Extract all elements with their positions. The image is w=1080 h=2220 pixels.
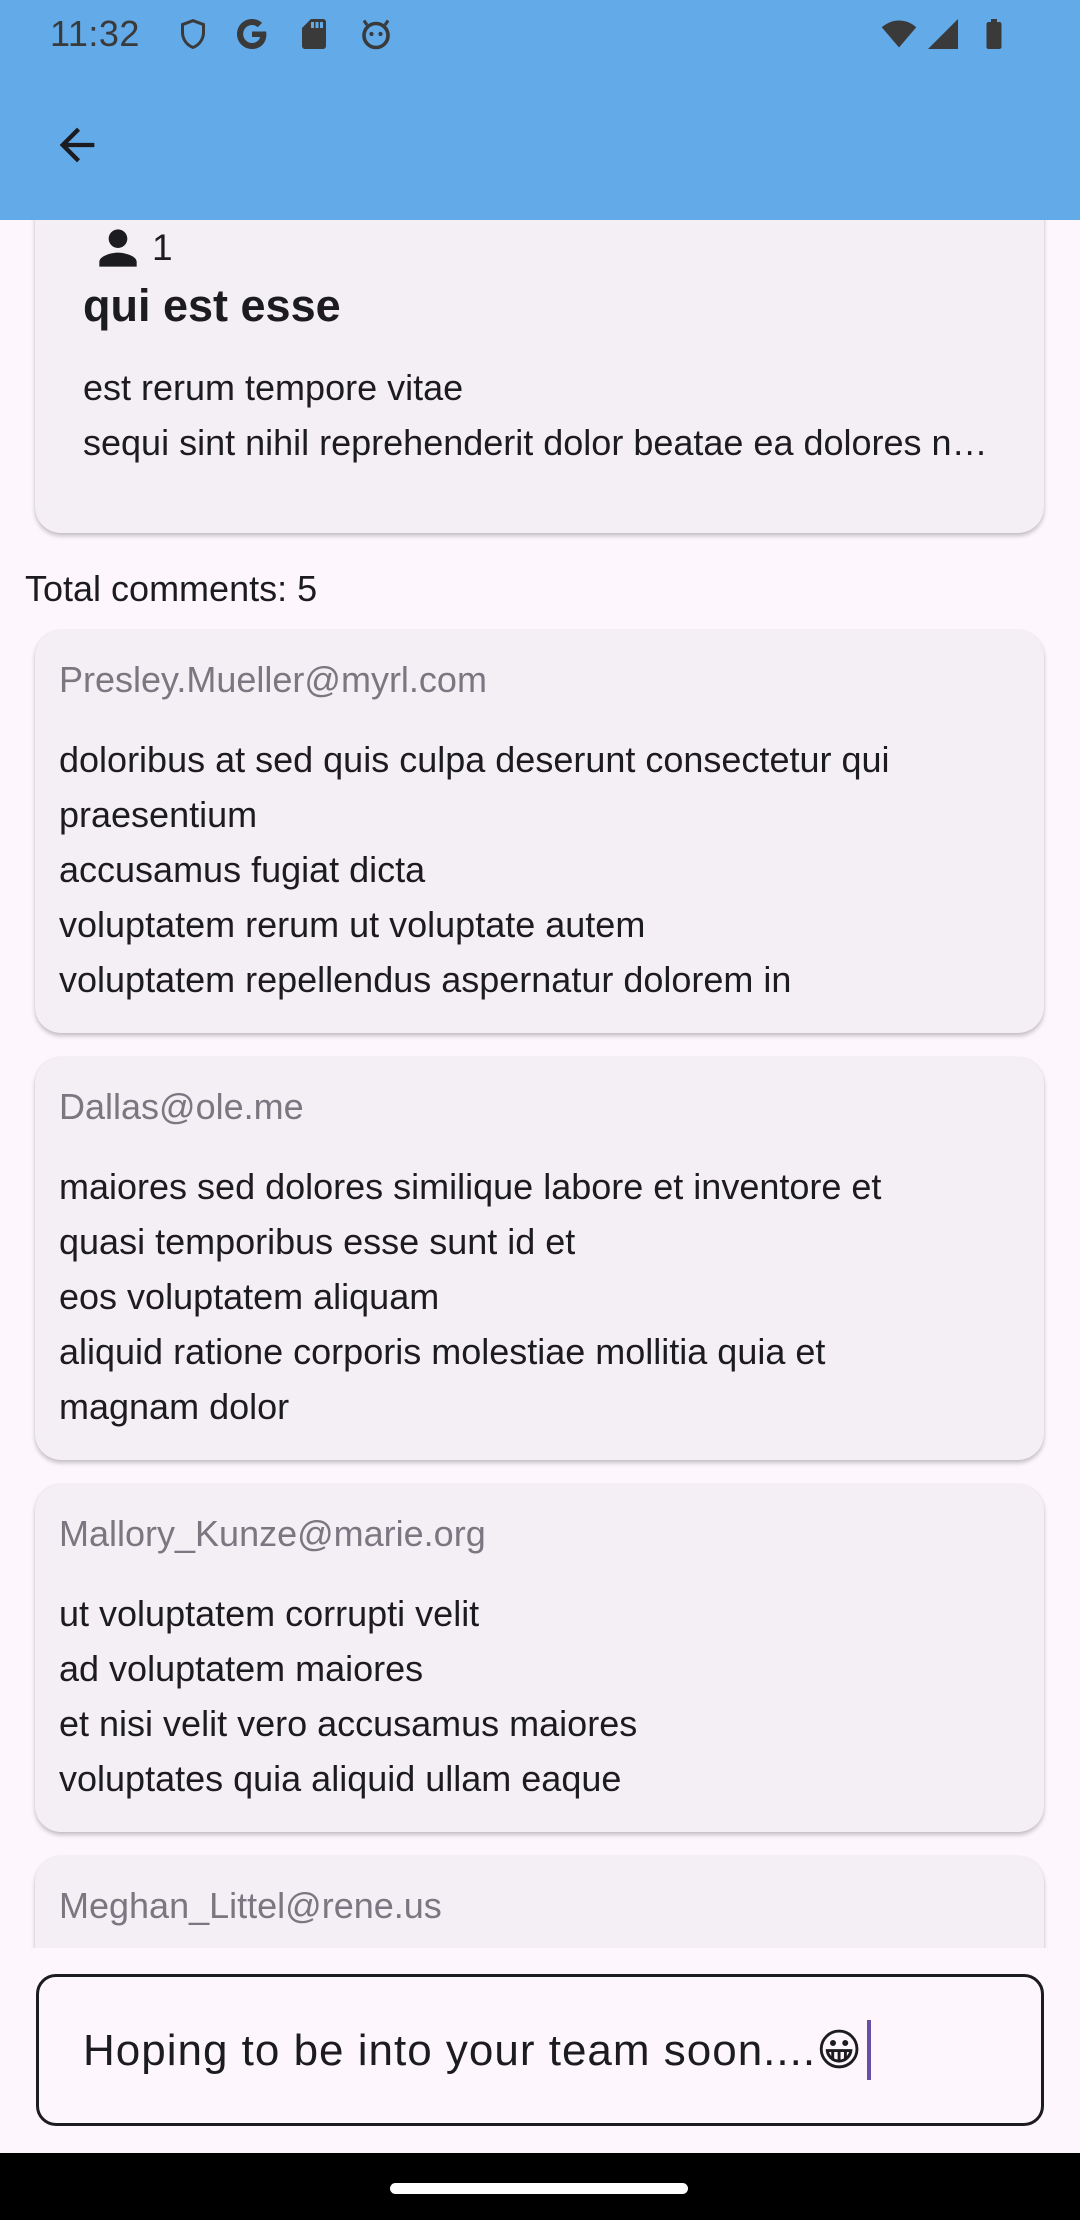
comment-line: ut voluptatem corrupti velit	[59, 1593, 480, 1634]
debug-icon	[362, 19, 390, 50]
total-comments-label: Total comments: 5	[25, 568, 318, 609]
post-body: est rerum tempore vitae sequi sint nihil…	[83, 360, 993, 470]
post-detail-list[interactable]: 1 qui est esse est rerum tempore vitae s…	[0, 220, 1080, 1948]
system-nav-bar	[0, 2153, 1080, 2220]
comment-card: Presley.Mueller@myrl.com doloribus at se…	[35, 630, 1044, 1033]
comment-line: doloribus at sed quis culpa deserunt con…	[59, 739, 890, 780]
comment-body: doloribus at sed quis culpa deserunt con…	[59, 732, 1020, 1007]
comment-line: aliquid ratione corporis molestiae molli…	[59, 1331, 826, 1372]
comment-line: accusamus fugiat dicta	[59, 849, 426, 890]
battery-icon	[986, 19, 1002, 49]
arrow-back-icon	[59, 127, 95, 163]
comment-line: eos voluptatem aliquam	[59, 1276, 440, 1317]
post-user-id: 1	[152, 227, 173, 268]
post-title: qui est esse	[83, 280, 341, 331]
comment-line: voluptatem rerum ut voluptate autem	[59, 904, 646, 945]
signal-icon	[928, 19, 958, 49]
comment-card: Meghan_Littel@rene.us	[35, 1856, 1044, 1948]
comment-email: Meghan_Littel@rene.us	[59, 1885, 442, 1926]
comment-line: voluptatem repellendus aspernatur dolore…	[59, 959, 792, 1000]
wifi-icon	[881, 20, 917, 48]
comment-input-value: Hoping to be into your team soon....😀	[83, 2025, 863, 2075]
comment-line: praesentium	[59, 794, 258, 835]
comment-card: Mallory_Kunze@marie.org ut voluptatem co…	[35, 1484, 1044, 1832]
comment-card: Dallas@ole.me maiores sed dolores simili…	[35, 1057, 1044, 1460]
post-body-line: est rerum tempore vitae	[83, 367, 464, 408]
google-icon	[237, 19, 267, 49]
comment-line: et nisi velit vero accusamus maiores	[59, 1703, 638, 1744]
post-card: 1 qui est esse est rerum tempore vitae s…	[35, 220, 1044, 533]
comment-line: maiores sed dolores similique labore et …	[59, 1166, 882, 1207]
status-time: 11:32	[50, 13, 140, 54]
comment-body: ut voluptatem corrupti velit ad voluptat…	[59, 1586, 1020, 1806]
comment-line: quasi temporibus esse sunt id et	[59, 1221, 576, 1262]
post-body-line: sequi sint nihil reprehenderit dolor bea…	[83, 422, 993, 463]
comment-email: Presley.Mueller@myrl.com	[59, 659, 487, 700]
shield-icon	[181, 19, 205, 49]
post-user: 1	[90, 220, 173, 276]
comment-email: Mallory_Kunze@marie.org	[59, 1513, 486, 1554]
comment-input[interactable]: Hoping to be into your team soon....😀	[36, 1974, 1044, 2126]
back-button[interactable]	[40, 108, 114, 182]
sd-card-icon	[302, 19, 326, 49]
comment-line: voluptates quia aliquid ullam eaque	[59, 1758, 622, 1799]
comment-line: magnam dolor	[59, 1386, 290, 1427]
comment-email: Dallas@ole.me	[59, 1086, 304, 1127]
comment-body: maiores sed dolores similique labore et …	[59, 1159, 1020, 1434]
comment-input-area: Hoping to be into your team soon....😀	[0, 1948, 1080, 2153]
text-cursor	[866, 2020, 871, 2080]
status-bar: 11:32	[0, 0, 1080, 66]
home-gesture-handle[interactable]	[390, 2183, 688, 2194]
app-header: 11:32	[0, 0, 1080, 220]
comment-line: ad voluptatem maiores	[59, 1648, 424, 1689]
person-icon	[99, 229, 137, 267]
